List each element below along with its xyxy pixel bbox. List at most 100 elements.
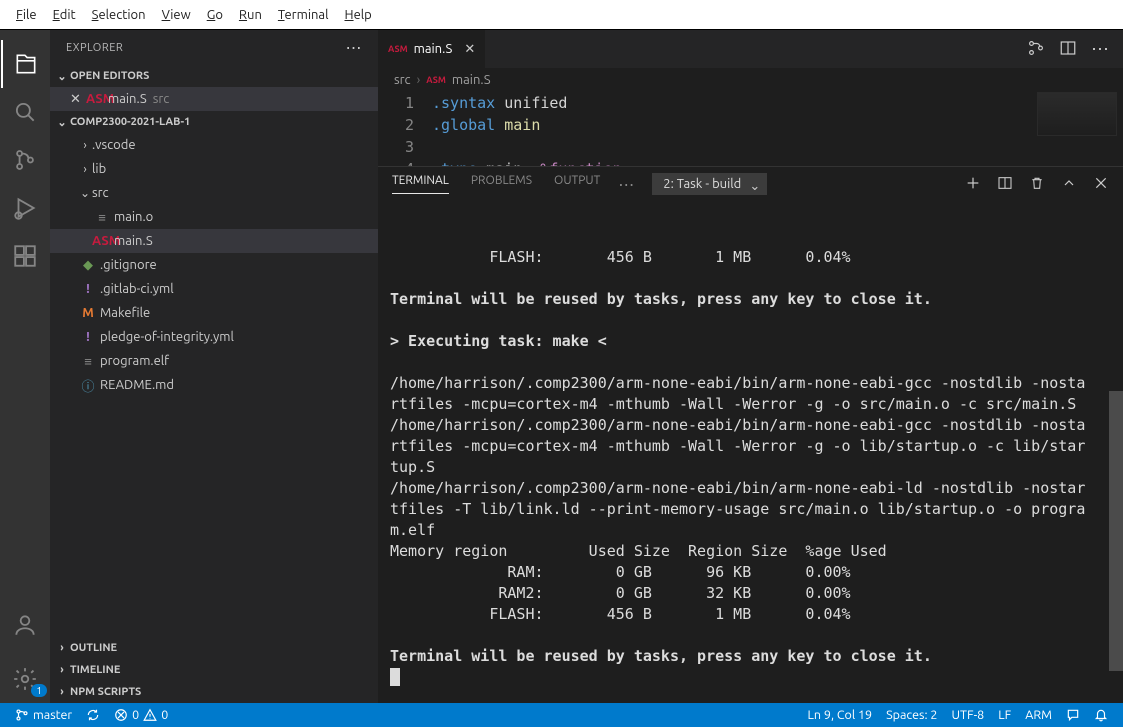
menu-file[interactable]: File: [8, 4, 45, 26]
menu-terminal[interactable]: Terminal: [270, 4, 337, 26]
folder-item[interactable]: ⌄src: [50, 181, 378, 205]
new-terminal-icon[interactable]: [965, 175, 981, 194]
file-item[interactable]: ASMmain.S: [50, 229, 378, 253]
run-debug-activity[interactable]: [1, 184, 49, 232]
menu-help[interactable]: Help: [337, 4, 380, 26]
file-item[interactable]: ≡program.elf: [50, 349, 378, 373]
sidebar-section-timeline[interactable]: ›TIMELINE: [50, 659, 378, 681]
file-icon: ⓘ: [78, 376, 98, 395]
editor-tab-main[interactable]: ASM main.S ✕: [378, 30, 486, 68]
file-icon: ASM: [92, 234, 112, 248]
sidebar-bottom-sections: ›OUTLINE›TIMELINE›NPM SCRIPTS: [50, 637, 378, 703]
sidebar-section-npm-scripts[interactable]: ›NPM SCRIPTS: [50, 681, 378, 703]
status-problems[interactable]: 0 0: [107, 708, 175, 722]
file-name: main.S: [108, 92, 147, 106]
file-name: .gitignore: [100, 258, 157, 272]
asm-icon: ASM: [388, 44, 408, 54]
status-bell-icon[interactable]: [1087, 708, 1115, 722]
terminal-scrollbar-thumb[interactable]: [1109, 391, 1123, 671]
status-lncol[interactable]: Ln 9, Col 19: [801, 708, 880, 722]
code-line[interactable]: .syntax unified: [432, 92, 622, 114]
terminal-output[interactable]: FLASH: 456 B 1 MB 0.04% Terminal will be…: [378, 201, 1123, 703]
maximize-panel-icon[interactable]: [1061, 175, 1077, 194]
breadcrumb[interactable]: src › ASM main.S: [378, 68, 1123, 92]
chevron-right-icon: ›: [417, 73, 421, 87]
asm-icon: ASM: [426, 75, 446, 85]
file-name: .gitlab-ci.yml: [100, 282, 174, 296]
file-item[interactable]: ⓘREADME.md: [50, 373, 378, 397]
file-item[interactable]: !pledge-of-integrity.yml: [50, 325, 378, 349]
file-name: main.o: [114, 210, 153, 224]
line-number: 3: [378, 136, 414, 158]
menu-selection[interactable]: Selection: [84, 4, 154, 26]
menu-view[interactable]: View: [154, 4, 199, 26]
status-language[interactable]: ARM: [1018, 708, 1059, 722]
split-editor-icon[interactable]: [1059, 39, 1077, 60]
status-indent[interactable]: Spaces: 2: [879, 708, 944, 722]
extensions-activity[interactable]: [1, 232, 49, 280]
search-activity[interactable]: [1, 88, 49, 136]
menu-edit[interactable]: Edit: [45, 4, 84, 26]
terminal-cursor: [390, 668, 400, 686]
file-item[interactable]: ◆.gitignore: [50, 253, 378, 277]
file-name: pledge-of-integrity.yml: [100, 330, 234, 344]
panel-tab-output[interactable]: OUTPUT: [554, 174, 600, 194]
open-editors-header[interactable]: ⌄ OPEN EDITORS: [50, 65, 378, 87]
file-icon: ◆: [78, 258, 98, 273]
close-tab-icon[interactable]: ✕: [464, 42, 475, 57]
folder-name: lib: [92, 162, 106, 176]
code-line[interactable]: .type main, %function: [432, 158, 622, 166]
kill-terminal-icon[interactable]: [1029, 175, 1045, 194]
menu-go[interactable]: Go: [199, 4, 231, 26]
folder-root-header[interactable]: ⌄ COMP2300-2021-LAB-1: [50, 111, 378, 133]
editor-more-icon[interactable]: ⋯: [1091, 39, 1109, 60]
status-encoding[interactable]: UTF-8: [944, 708, 991, 722]
terminal-line: /home/harrison/.comp2300/arm-none-eabi/b…: [390, 478, 1111, 499]
file-icon: !: [78, 282, 98, 296]
code-line[interactable]: .global main: [432, 114, 622, 136]
panel-tab-problems[interactable]: PROBLEMS: [471, 174, 532, 194]
panel-actions: [965, 175, 1109, 194]
code-line[interactable]: [432, 136, 622, 158]
file-item[interactable]: ≡main.o: [50, 205, 378, 229]
status-branch[interactable]: master: [8, 708, 79, 722]
status-eol[interactable]: LF: [991, 708, 1018, 722]
status-sync[interactable]: [79, 708, 107, 722]
split-terminal-icon[interactable]: [997, 175, 1013, 194]
file-tree: ›.vscode›lib⌄src≡main.oASMmain.S◆.gitign…: [50, 133, 378, 637]
status-feedback-icon[interactable]: [1059, 708, 1087, 722]
panel-more-icon[interactable]: ⋯: [618, 175, 634, 194]
explorer-more-icon[interactable]: ⋯: [346, 38, 363, 57]
file-name: Makefile: [100, 306, 150, 320]
compare-icon[interactable]: [1027, 39, 1045, 60]
terminal-line: /home/harrison/.comp2300/arm-none-eabi/b…: [390, 415, 1111, 436]
code-editor[interactable]: 1234 .syntax unified.global main .type m…: [378, 92, 1123, 166]
terminal-line: Memory region Used Size Region Size %age…: [390, 541, 1111, 562]
folder-name: .vscode: [92, 138, 136, 152]
settings-activity[interactable]: [1, 655, 49, 703]
file-icon: ≡: [92, 210, 112, 225]
folder-item[interactable]: ›.vscode: [50, 133, 378, 157]
accounts-activity[interactable]: [1, 601, 49, 649]
scm-activity[interactable]: [1, 136, 49, 184]
minimap[interactable]: [1037, 92, 1117, 136]
terminal-line: tfiles -T lib/link.ld --print-memory-usa…: [390, 499, 1111, 520]
close-icon[interactable]: ✕: [70, 92, 86, 107]
menu-run[interactable]: Run: [231, 4, 270, 26]
terminal-selector[interactable]: 2: Task - build ⌄: [652, 173, 767, 195]
breadcrumb-part[interactable]: src: [394, 73, 411, 87]
terminal-line: rtfiles -mcpu=cortex-m4 -mthumb -Wall -W…: [390, 436, 1111, 457]
open-editor-item[interactable]: ✕ASMmain.Ssrc: [50, 87, 378, 111]
panel-tab-terminal[interactable]: TERMINAL: [392, 174, 449, 194]
file-item[interactable]: !.gitlab-ci.yml: [50, 277, 378, 301]
file-item[interactable]: MMakefile: [50, 301, 378, 325]
menubar: FileEditSelectionViewGoRunTerminalHelp: [0, 0, 1123, 30]
terminal-scrollbar[interactable]: [1109, 201, 1123, 703]
explorer-activity[interactable]: [1, 40, 49, 88]
explorer-title: EXPLORER: [66, 42, 123, 54]
sidebar-section-outline[interactable]: ›OUTLINE: [50, 637, 378, 659]
breadcrumb-part[interactable]: main.S: [452, 73, 491, 87]
code-content[interactable]: .syntax unified.global main .type main, …: [432, 92, 622, 166]
close-panel-icon[interactable]: [1093, 175, 1109, 194]
folder-item[interactable]: ›lib: [50, 157, 378, 181]
